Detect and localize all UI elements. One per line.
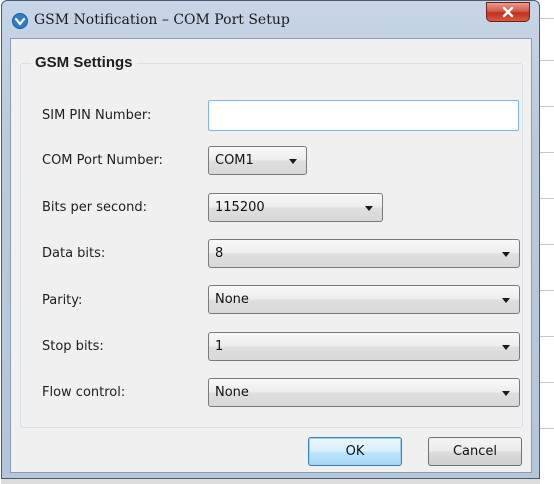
com-port-select[interactable]: COM1 <box>208 146 307 175</box>
chevron-down-icon <box>502 252 510 257</box>
chevron-down-icon <box>502 298 510 303</box>
window-bottom-edge <box>1 479 540 484</box>
group-title: GSM Settings <box>31 54 137 71</box>
dialog-client-area: GSM Settings SIM PIN Number: COM Port Nu… <box>10 38 532 473</box>
background-line <box>540 106 554 107</box>
flow-control-label: Flow control: <box>42 385 126 400</box>
stop-bits-select[interactable]: 1 <box>208 332 520 361</box>
chevron-down-icon <box>502 345 510 350</box>
background-line <box>540 152 554 153</box>
background-line <box>540 198 554 199</box>
background-line <box>540 336 554 337</box>
flow-control-value: None <box>215 385 249 400</box>
ok-button[interactable]: OK <box>308 437 402 466</box>
bits-per-second-value: 115200 <box>215 200 265 215</box>
background-line <box>540 60 554 61</box>
title-bar[interactable]: GSM Notification – COM Port Setup <box>2 1 539 35</box>
com-port-value: COM1 <box>215 153 254 168</box>
window-title: GSM Notification – COM Port Setup <box>34 12 290 28</box>
bits-per-second-select[interactable]: 115200 <box>208 193 383 222</box>
close-button[interactable] <box>486 2 530 22</box>
cancel-button[interactable]: Cancel <box>428 437 522 466</box>
data-bits-select[interactable]: 8 <box>208 239 520 268</box>
data-bits-label: Data bits: <box>42 246 106 261</box>
parity-select[interactable]: None <box>208 285 520 314</box>
close-x-icon <box>501 3 515 22</box>
gsm-app-icon <box>12 13 28 29</box>
dialog-window: GSM Notification – COM Port Setup GSM Se… <box>1 0 540 479</box>
chevron-down-icon <box>502 391 510 396</box>
background-behind-dialog <box>540 0 554 484</box>
com-port-label: COM Port Number: <box>42 153 163 168</box>
bits-per-second-label: Bits per second: <box>42 200 148 215</box>
background-line <box>540 290 554 291</box>
chevron-down-icon <box>365 206 373 211</box>
parity-value: None <box>215 292 249 307</box>
sim-pin-label: SIM PIN Number: <box>42 108 152 123</box>
background-line <box>540 428 554 429</box>
chevron-down-icon <box>289 159 297 164</box>
background-line <box>540 18 554 19</box>
data-bits-value: 8 <box>215 246 224 261</box>
stop-bits-label: Stop bits: <box>42 339 104 354</box>
background-line <box>540 244 554 245</box>
flow-control-select[interactable]: None <box>208 378 520 407</box>
stop-bits-value: 1 <box>215 339 224 354</box>
background-line <box>540 382 554 383</box>
sim-pin-input[interactable] <box>208 100 519 131</box>
parity-label: Parity: <box>42 293 83 308</box>
